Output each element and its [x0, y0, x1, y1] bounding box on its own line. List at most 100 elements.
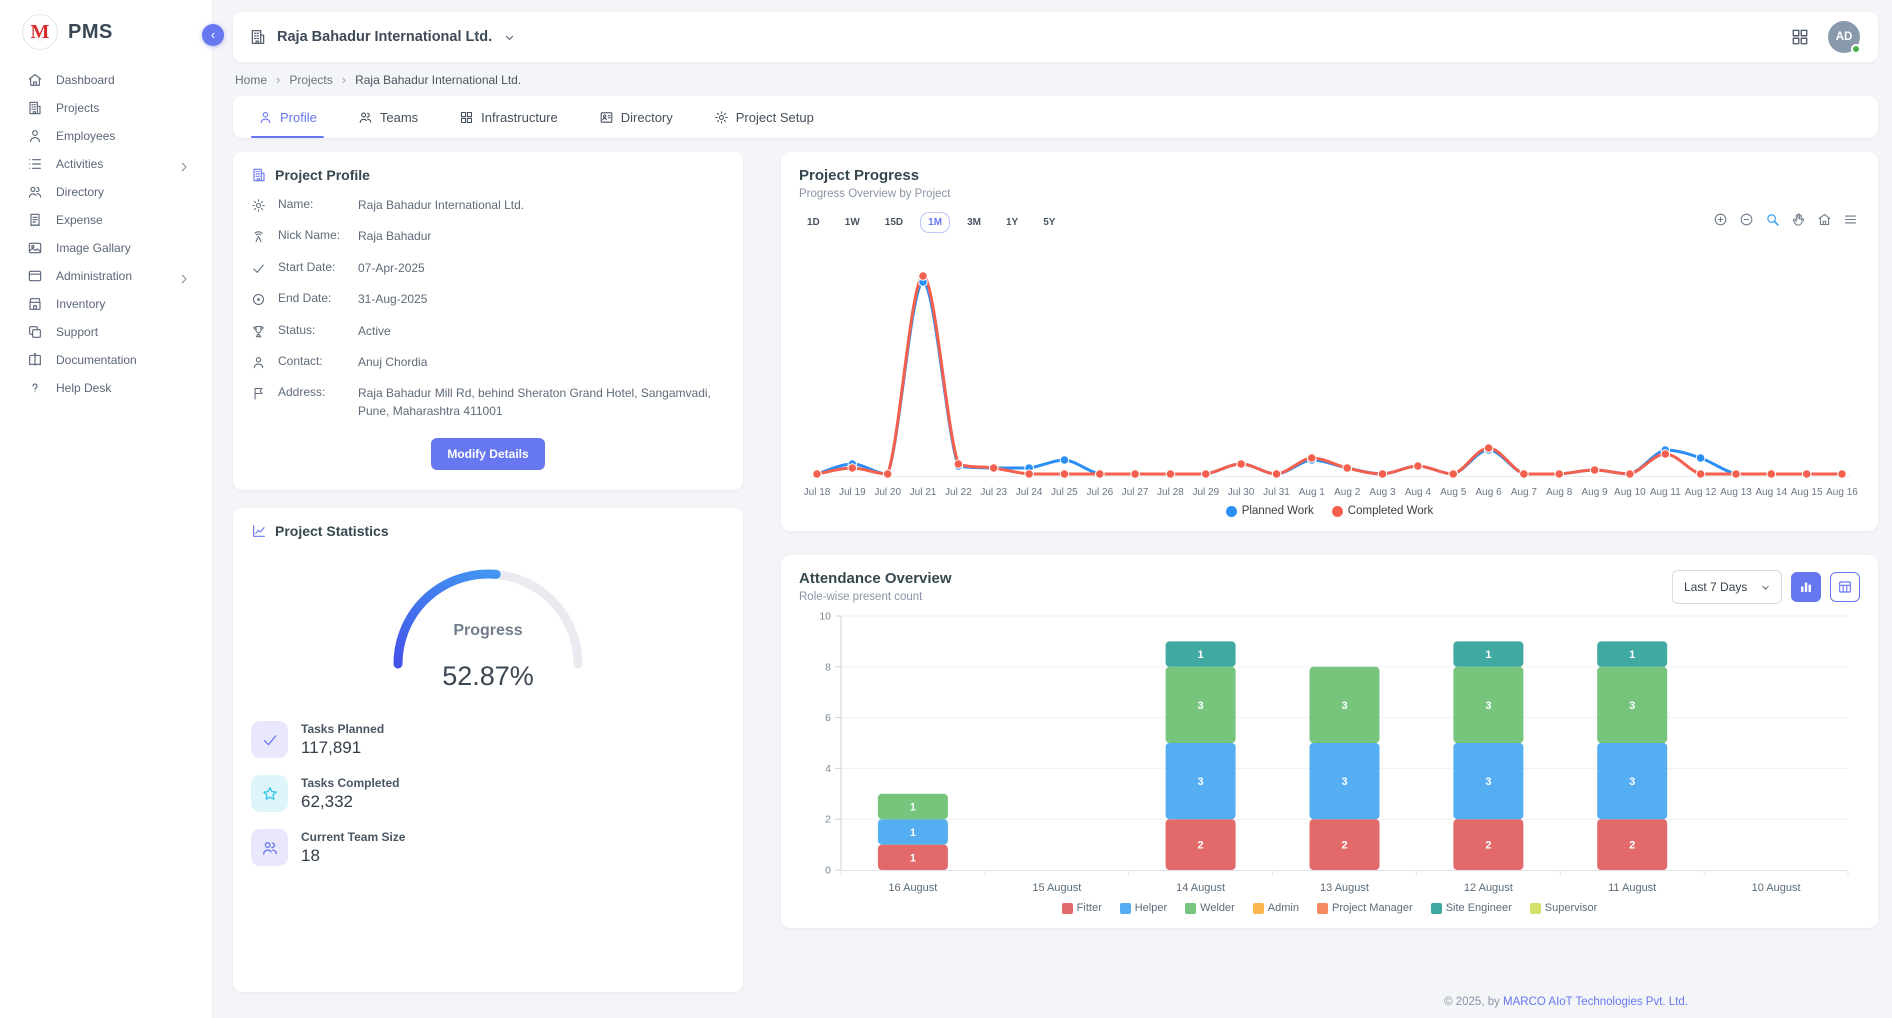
- svg-text:13 August: 13 August: [1320, 882, 1369, 894]
- tab-project-setup[interactable]: Project Setup: [711, 96, 817, 138]
- dashboard-icon: [27, 72, 43, 88]
- sidebar-item-administration[interactable]: Administration: [0, 262, 212, 290]
- legend-admin[interactable]: Admin: [1253, 902, 1299, 914]
- svg-text:Aug 7: Aug 7: [1511, 487, 1538, 498]
- svg-text:1: 1: [1629, 649, 1635, 661]
- sidebar-item-expense[interactable]: Expense: [0, 206, 212, 234]
- svg-text:1: 1: [1485, 649, 1491, 661]
- reset-zoom-button[interactable]: [1817, 212, 1832, 230]
- legend-welder[interactable]: Welder: [1185, 902, 1235, 914]
- chart-line-icon: [251, 523, 267, 539]
- sidebar-item-label: Employees: [56, 129, 115, 143]
- tab-directory[interactable]: Directory: [596, 96, 676, 138]
- legend-helper[interactable]: Helper: [1120, 902, 1167, 914]
- svg-text:Aug 6: Aug 6: [1476, 487, 1503, 498]
- sidebar-item-image-gallary[interactable]: Image Gallary: [0, 234, 212, 262]
- profile-field-address: Address:Raja Bahadur Mill Rd, behind She…: [251, 385, 725, 420]
- user-avatar[interactable]: AD: [1828, 21, 1860, 53]
- company-selector[interactable]: Raja Bahadur International Ltd.: [249, 28, 517, 46]
- attendance-bar-chart[interactable]: 024681011116 August15 August233114 Augus…: [799, 604, 1860, 902]
- range-button-3m[interactable]: 3M: [959, 212, 989, 233]
- documentation-icon: [27, 352, 43, 368]
- breadcrumb-projects[interactable]: Projects: [289, 73, 332, 87]
- zoom-in-button[interactable]: [1713, 212, 1728, 230]
- footer-company-link[interactable]: MARCO AIoT Technologies Pvt. Ltd.: [1503, 996, 1688, 1008]
- range-button-15d[interactable]: 15D: [877, 212, 911, 233]
- menu-button[interactable]: [1843, 212, 1858, 230]
- sidebar-item-documentation[interactable]: Documentation: [0, 346, 212, 374]
- progress-chart-subtitle: Progress Overview by Project: [799, 188, 1860, 200]
- sidebar-item-support[interactable]: Support: [0, 318, 212, 346]
- sidebar-item-help-desk[interactable]: Help Desk: [0, 374, 212, 402]
- gauge-svg: Progress52.87%: [370, 549, 606, 695]
- legend-swatch: [1062, 903, 1073, 914]
- legend-label: Completed Work: [1348, 505, 1433, 517]
- stat-label: Current Team Size: [301, 830, 405, 844]
- legend-site-engineer[interactable]: Site Engineer: [1431, 902, 1512, 914]
- breadcrumb-separator: ›: [276, 72, 280, 87]
- svg-text:3: 3: [1198, 700, 1204, 712]
- sidebar-item-activities[interactable]: Activities: [0, 150, 212, 178]
- sidebar-item-dashboard[interactable]: Dashboard: [0, 66, 212, 94]
- breadcrumb-separator: ›: [342, 72, 346, 87]
- legend-supervisor[interactable]: Supervisor: [1530, 902, 1598, 914]
- sidebar-item-inventory[interactable]: Inventory: [0, 290, 212, 318]
- field-label: Start Date:: [278, 260, 358, 274]
- svg-text:8: 8: [825, 661, 831, 673]
- svg-text:Jul 19: Jul 19: [839, 487, 866, 498]
- directory-tab-icon: [599, 110, 614, 125]
- selection-zoom-button[interactable]: [1765, 212, 1780, 230]
- legend-dot: [1226, 506, 1237, 517]
- broadcast-icon: [251, 229, 266, 244]
- legend-label: Site Engineer: [1446, 902, 1512, 914]
- svg-text:Jul 21: Jul 21: [910, 487, 937, 498]
- sidebar-item-label: Administration: [56, 269, 132, 283]
- legend-planned-work[interactable]: Planned Work: [1226, 505, 1314, 517]
- apps-grid-button[interactable]: [1790, 27, 1810, 47]
- sidebar-item-employees[interactable]: Employees: [0, 122, 212, 150]
- svg-text:1: 1: [910, 852, 916, 864]
- breadcrumb-home[interactable]: Home: [235, 73, 267, 87]
- range-button-1m[interactable]: 1M: [920, 212, 950, 233]
- modify-details-button[interactable]: Modify Details: [431, 438, 544, 470]
- pan-button[interactable]: [1791, 212, 1806, 230]
- right-column: Project Progress Progress Overview by Pr…: [781, 152, 1878, 992]
- svg-text:Jul 29: Jul 29: [1192, 487, 1219, 498]
- field-value: 07-Apr-2025: [358, 260, 725, 277]
- svg-text:4: 4: [825, 763, 831, 775]
- app-root: M PMS DashboardProjectsEmployeesActiviti…: [0, 0, 1892, 1018]
- activities-icon: [27, 156, 43, 172]
- sidebar-item-directory[interactable]: Directory: [0, 178, 212, 206]
- legend-swatch: [1317, 903, 1328, 914]
- progress-line-chart[interactable]: Jul 18Jul 19Jul 20Jul 21Jul 22Jul 23Jul …: [799, 233, 1860, 505]
- sidebar-nav: DashboardProjects Employees ActivitiesDire…: [0, 66, 212, 402]
- sidebar-item-projects[interactable]: Projects: [0, 94, 212, 122]
- tab-teams[interactable]: Teams: [355, 96, 421, 138]
- tab-profile[interactable]: Profile: [255, 96, 320, 138]
- legend-completed-work[interactable]: Completed Work: [1332, 505, 1433, 517]
- sidebar-collapse-button[interactable]: ‹: [202, 24, 224, 46]
- profile-fields: Name:Raja Bahadur International Ltd.Nick…: [251, 197, 725, 420]
- svg-text:Jul 22: Jul 22: [945, 487, 972, 498]
- profile-field-name: Name:Raja Bahadur International Ltd.: [251, 197, 725, 214]
- legend-swatch: [1120, 903, 1131, 914]
- bar-view-button[interactable]: [1791, 572, 1821, 602]
- gauge-label: Progress: [453, 622, 522, 639]
- app-logo[interactable]: M PMS: [0, 10, 212, 60]
- time-range-buttons: 1D 1W 15D 1M 3M 1Y 5Y: [799, 212, 1860, 233]
- zoom-out-button[interactable]: [1739, 212, 1754, 230]
- tab-infrastructure[interactable]: Infrastructure: [456, 96, 561, 138]
- tab-label: Project Setup: [736, 110, 814, 125]
- avatar-initials: AD: [1836, 31, 1853, 43]
- legend-fitter[interactable]: Fitter: [1062, 902, 1102, 914]
- range-button-1d[interactable]: 1D: [799, 212, 828, 233]
- range-button-1y[interactable]: 1Y: [998, 212, 1026, 233]
- range-button-1w[interactable]: 1W: [837, 212, 868, 233]
- date-range-select[interactable]: Last 7 Days: [1672, 570, 1782, 604]
- zoom-in-icon: [1713, 212, 1728, 227]
- table-view-button[interactable]: [1830, 572, 1860, 602]
- image-gallery-icon: [27, 240, 43, 256]
- profile-field-status: Status:Active: [251, 323, 725, 340]
- legend-project-manager[interactable]: Project Manager: [1317, 902, 1413, 914]
- range-button-5y[interactable]: 5Y: [1035, 212, 1063, 233]
